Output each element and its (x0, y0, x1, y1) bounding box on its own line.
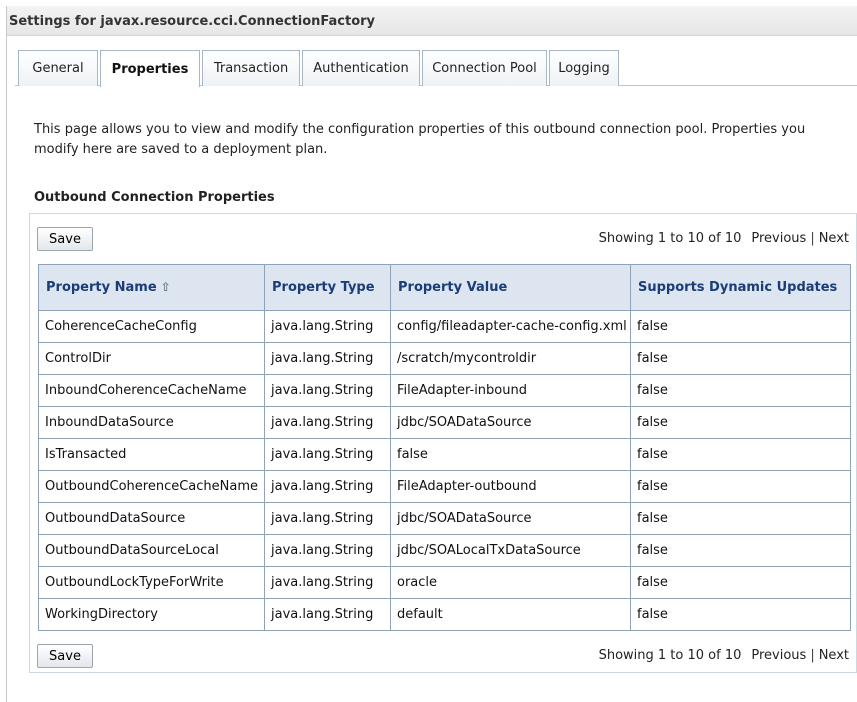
page-description: This page allows you to view and modify … (34, 122, 806, 157)
cell-property-value[interactable]: default (390, 598, 631, 631)
save-button-top[interactable]: Save (37, 227, 93, 251)
cell-dynamic-updates: false (630, 470, 851, 503)
cell-property-type: java.lang.String (264, 438, 391, 471)
cell-property-type: java.lang.String (264, 502, 391, 535)
table-row[interactable]: OutboundLockTypeForWrite java.lang.Strin… (38, 566, 851, 599)
cell-dynamic-updates: false (630, 406, 851, 439)
column-header-property-type[interactable]: Property Type (264, 264, 391, 311)
cell-property-type: java.lang.String (264, 342, 391, 375)
tab-transaction[interactable]: Transaction (202, 50, 300, 86)
tab-general[interactable]: General (18, 50, 98, 86)
cell-property-name: ControlDir (38, 342, 265, 375)
cell-property-value[interactable]: jdbc/SOALocalTxDataSource (390, 534, 631, 567)
table-row[interactable]: InboundDataSource java.lang.String jdbc/… (38, 406, 851, 439)
cell-property-name: InboundCoherenceCacheName (38, 374, 265, 407)
pager-separator: | (810, 231, 815, 246)
tab-bar: General Properties Transaction Authentic… (15, 50, 857, 87)
cell-property-value[interactable]: jdbc/SOADataSource (390, 406, 631, 439)
cell-dynamic-updates: false (630, 502, 851, 535)
pagination-bottom: Showing 1 to 10 of 10 Previous | Next (599, 648, 849, 663)
column-header-label: Property Name (46, 280, 157, 295)
tab-logging[interactable]: Logging (549, 50, 619, 86)
settings-title: Settings for javax.resource.cci.Connecti… (7, 6, 857, 36)
pager-separator: | (810, 648, 815, 663)
cell-property-name: OutboundLockTypeForWrite (38, 566, 265, 599)
cell-property-value[interactable]: /scratch/mycontroldir (390, 342, 631, 375)
table-row[interactable]: OutboundDataSourceLocal java.lang.String… (38, 534, 851, 567)
next-link[interactable]: Next (819, 648, 849, 663)
cell-dynamic-updates: false (630, 598, 851, 631)
section-title: Outbound Connection Properties (34, 190, 275, 205)
properties-table: Property Name ⇧ Property Type Property Va… (38, 264, 851, 631)
showing-count: Showing 1 to 10 of 10 (598, 648, 742, 663)
table-row[interactable]: OutboundDataSource java.lang.String jdbc… (38, 502, 851, 535)
cell-property-name: OutboundDataSource (38, 502, 265, 535)
cell-dynamic-updates: false (630, 342, 851, 375)
cell-property-name: InboundDataSource (38, 406, 265, 439)
table-row[interactable]: InboundCoherenceCacheName java.lang.Stri… (38, 374, 851, 407)
cell-property-type: java.lang.String (264, 566, 391, 599)
column-header-property-name[interactable]: Property Name ⇧ (38, 264, 265, 311)
cell-property-value[interactable]: false (390, 438, 631, 471)
column-header-supports-dynamic-updates[interactable]: Supports Dynamic Updates (630, 264, 851, 311)
save-button-bottom[interactable]: Save (37, 644, 93, 668)
pagination-top: Showing 1 to 10 of 10 Previous | Next (599, 231, 849, 246)
cell-dynamic-updates: false (630, 566, 851, 599)
tab-connection-pool[interactable]: Connection Pool (422, 50, 547, 86)
cell-property-type: java.lang.String (264, 374, 391, 407)
showing-count: Showing 1 to 10 of 10 (598, 231, 742, 246)
cell-property-value[interactable]: oracle (390, 566, 631, 599)
settings-frame: Settings for javax.resource.cci.Connecti… (6, 6, 857, 702)
cell-property-type: java.lang.String (264, 598, 391, 631)
table-row[interactable]: OutboundCoherenceCacheName java.lang.Str… (38, 470, 851, 503)
cell-property-value[interactable]: config/fileadapter-cache-config.xml (390, 310, 631, 343)
next-link[interactable]: Next (819, 231, 849, 246)
cell-property-name: CoherenceCacheConfig (38, 310, 265, 343)
properties-panel: Save Showing 1 to 10 of 10 Previous | Ne… (29, 213, 857, 673)
cell-property-type: java.lang.String (264, 406, 391, 439)
cell-dynamic-updates: false (630, 534, 851, 567)
cell-property-name: WorkingDirectory (38, 598, 265, 631)
cell-dynamic-updates: false (630, 310, 851, 343)
tab-properties[interactable]: Properties (100, 50, 200, 87)
cell-property-value[interactable]: jdbc/SOADataSource (390, 502, 631, 535)
cell-property-name: OutboundCoherenceCacheName (38, 470, 265, 503)
table-row[interactable]: ControlDir java.lang.String /scratch/myc… (38, 342, 851, 375)
column-header-property-value[interactable]: Property Value (390, 264, 631, 311)
cell-property-name: OutboundDataSourceLocal (38, 534, 265, 567)
table-row[interactable]: WorkingDirectory java.lang.String defaul… (38, 598, 851, 631)
table-row[interactable]: CoherenceCacheConfig java.lang.String co… (38, 310, 851, 343)
table-row[interactable]: IsTransacted java.lang.String false fals… (38, 438, 851, 471)
cell-property-type: java.lang.String (264, 534, 391, 567)
cell-property-value[interactable]: FileAdapter-outbound (390, 470, 631, 503)
previous-link[interactable]: Previous (751, 231, 806, 246)
previous-link[interactable]: Previous (751, 648, 806, 663)
table-header-row: Property Name ⇧ Property Type Property Va… (38, 264, 851, 311)
cell-dynamic-updates: false (630, 374, 851, 407)
cell-property-name: IsTransacted (38, 438, 265, 471)
cell-property-type: java.lang.String (264, 310, 391, 343)
cell-property-value[interactable]: FileAdapter-inbound (390, 374, 631, 407)
cell-dynamic-updates: false (630, 438, 851, 471)
tab-authentication[interactable]: Authentication (302, 50, 420, 86)
sort-ascending-icon[interactable]: ⇧ (161, 280, 171, 294)
cell-property-type: java.lang.String (264, 470, 391, 503)
